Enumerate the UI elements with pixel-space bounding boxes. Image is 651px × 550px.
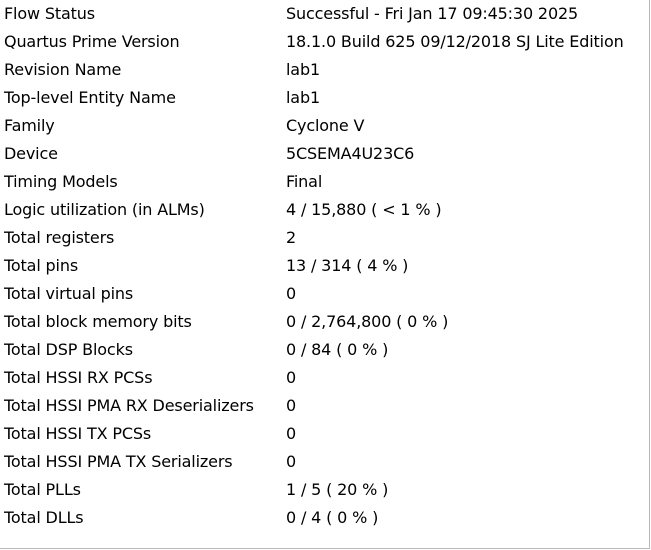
row-key: Total virtual pins: [4, 284, 134, 303]
table-row-timing-models[interactable]: Timing Models Final: [0, 168, 649, 196]
table-row-top-level-entity[interactable]: Top-level Entity Name lab1: [0, 84, 649, 112]
flow-summary-table: Flow Status Successful - Fri Jan 17 09:4…: [0, 0, 649, 532]
row-key: Quartus Prime Version: [4, 32, 180, 51]
table-row-family[interactable]: Family Cyclone V: [0, 112, 649, 140]
row-value: 0 / 2,764,800 ( 0 % ): [286, 312, 449, 331]
row-value: 1 / 5 ( 20 % ): [286, 480, 389, 499]
table-row-hssi-pma-tx-serializers[interactable]: Total HSSI PMA TX Serializers 0: [0, 448, 649, 476]
table-row-logic-utilization[interactable]: Logic utilization (in ALMs) 4 / 15,880 (…: [0, 196, 649, 224]
table-row-revision-name[interactable]: Revision Name lab1: [0, 56, 649, 84]
row-key: Total HSSI TX PCSs: [4, 424, 152, 443]
row-value: 13 / 314 ( 4 % ): [286, 256, 409, 275]
row-key: Timing Models: [4, 172, 118, 191]
table-row-device[interactable]: Device 5CSEMA4U23C6: [0, 140, 649, 168]
row-value: Cyclone V: [286, 116, 365, 135]
row-value: 0: [286, 368, 297, 387]
table-row-hssi-rx-pcss[interactable]: Total HSSI RX PCSs 0: [0, 364, 649, 392]
table-row-block-memory-bits[interactable]: Total block memory bits 0 / 2,764,800 ( …: [0, 308, 649, 336]
row-value: Final: [286, 172, 323, 191]
table-row-dsp-blocks[interactable]: Total DSP Blocks 0 / 84 ( 0 % ): [0, 336, 649, 364]
row-key: Top-level Entity Name: [4, 88, 176, 107]
row-key: Total DLLs: [4, 508, 84, 527]
row-value: 18.1.0 Build 625 09/12/2018 SJ Lite Edit…: [286, 32, 624, 51]
table-row-hssi-tx-pcss[interactable]: Total HSSI TX PCSs 0: [0, 420, 649, 448]
table-row-hssi-pma-rx-deserializers[interactable]: Total HSSI PMA RX Deserializers 0: [0, 392, 649, 420]
row-value: 0: [286, 424, 297, 443]
row-key: Total HSSI PMA TX Serializers: [4, 452, 233, 471]
table-row-flow-status[interactable]: Flow Status Successful - Fri Jan 17 09:4…: [0, 0, 649, 28]
row-value: lab1: [286, 60, 320, 79]
table-row-quartus-version[interactable]: Quartus Prime Version 18.1.0 Build 625 0…: [0, 28, 649, 56]
row-key: Total HSSI PMA RX Deserializers: [4, 396, 254, 415]
row-key: Total registers: [4, 228, 115, 247]
row-value: 0: [286, 284, 297, 303]
row-value: 0: [286, 452, 297, 471]
table-row-total-registers[interactable]: Total registers 2: [0, 224, 649, 252]
table-row-total-pins[interactable]: Total pins 13 / 314 ( 4 % ): [0, 252, 649, 280]
flow-summary-report: Flow Status Successful - Fri Jan 17 09:4…: [0, 0, 650, 549]
row-key: Flow Status: [4, 4, 95, 23]
row-value: 5CSEMA4U23C6: [286, 144, 415, 163]
row-value: 2: [286, 228, 297, 247]
row-key: Total DSP Blocks: [4, 340, 133, 359]
row-key: Total pins: [4, 256, 79, 275]
row-key: Total HSSI RX PCSs: [4, 368, 153, 387]
row-value: Successful - Fri Jan 17 09:45:30 2025: [286, 4, 579, 23]
row-value: 0: [286, 396, 297, 415]
table-row-total-plls[interactable]: Total PLLs 1 / 5 ( 20 % ): [0, 476, 649, 504]
row-key: Family: [4, 116, 55, 135]
table-row-total-dlls[interactable]: Total DLLs 0 / 4 ( 0 % ): [0, 504, 649, 532]
row-key: Revision Name: [4, 60, 122, 79]
row-key: Total PLLs: [4, 480, 81, 499]
table-row-total-virtual-pins[interactable]: Total virtual pins 0: [0, 280, 649, 308]
row-value: 0 / 4 ( 0 % ): [286, 508, 379, 527]
row-key: Logic utilization (in ALMs): [4, 200, 205, 219]
row-key: Total block memory bits: [4, 312, 192, 331]
row-value: 4 / 15,880 ( < 1 % ): [286, 200, 442, 219]
row-key: Device: [4, 144, 58, 163]
row-value: lab1: [286, 88, 320, 107]
row-value: 0 / 84 ( 0 % ): [286, 340, 389, 359]
